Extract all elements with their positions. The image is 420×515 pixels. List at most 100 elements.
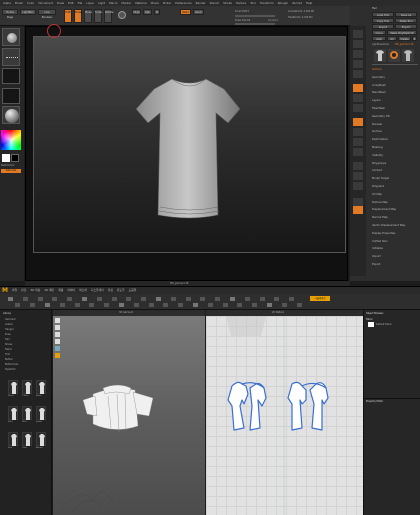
tool-thumb-tshirt-icon[interactable] (374, 49, 386, 62)
dynamic-toggle[interactable]: Dynamic (268, 19, 278, 22)
solo-icon[interactable] (353, 182, 363, 190)
alpha-off-icon[interactable] (2, 68, 20, 84)
md-menu-item[interactable]: 편집 (21, 288, 26, 293)
subpalette-geometry[interactable]: Geometry (372, 76, 385, 79)
m-button[interactable]: M (154, 9, 160, 15)
menu-zplugin[interactable]: Zplugin (278, 1, 289, 5)
save-as-button[interactable]: Save As (395, 12, 417, 17)
visible-button[interactable]: Visible (398, 36, 411, 41)
subpalette-layers[interactable]: Layers (372, 99, 381, 102)
subpalette-array-mesh[interactable]: ArrayMesh (372, 84, 386, 87)
md-tool-icon[interactable] (52, 297, 58, 301)
subpalette-masking[interactable]: Masking (372, 146, 383, 149)
md-tool-icon[interactable] (237, 303, 243, 307)
tool-thumb-simple-brush-icon[interactable] (388, 49, 400, 62)
lightbox-button[interactable]: LightBox (20, 9, 36, 15)
tool-thumb-tshirt-2-icon[interactable] (402, 49, 414, 62)
scale-button[interactable]: Scale (94, 9, 102, 23)
texture-off-icon[interactable] (2, 88, 20, 104)
menu-macro[interactable]: Macro (109, 1, 117, 5)
zoom-icon[interactable] (353, 60, 363, 68)
md-menu-item[interactable]: 윈도우 (117, 288, 125, 293)
draw-button[interactable]: Draw (74, 9, 82, 23)
switch-color-button[interactable]: SwitchColor (1, 164, 15, 167)
library-item[interactable]: Fabric (5, 348, 12, 351)
md-tool-icon[interactable] (82, 297, 87, 301)
default-fabric-label[interactable]: Default Fabric (376, 323, 392, 326)
md-tool-icon[interactable] (30, 303, 36, 307)
subpalette-uv-map[interactable]: UV Map (372, 193, 382, 196)
menu-zscript[interactable]: Zscript (292, 1, 302, 5)
md-tool-icon[interactable] (126, 297, 132, 301)
menu-transform[interactable]: Transform (260, 1, 274, 5)
export-button[interactable]: Export (395, 24, 417, 29)
md-tool-icon[interactable] (244, 297, 250, 301)
md-2d-patterns[interactable] (206, 316, 363, 515)
md-tool-icon[interactable] (200, 297, 206, 301)
menu-draw[interactable]: Draw (57, 1, 64, 5)
fabric-swatch-icon[interactable] (368, 322, 374, 327)
md-tool-icon[interactable] (74, 303, 80, 307)
persp-icon[interactable] (353, 84, 363, 92)
md-tool-icon[interactable] (163, 303, 169, 307)
menu-document[interactable]: Document (38, 1, 53, 5)
paste-tool-button[interactable]: Paste Tool (395, 18, 417, 23)
move-view-icon[interactable] (353, 128, 363, 136)
library-item[interactable]: Shoes (5, 343, 12, 346)
subpalette-nanomesh[interactable]: NanoMesh (372, 91, 386, 94)
focal-shift-slider[interactable] (235, 15, 275, 17)
md-tool-icon[interactable] (156, 297, 161, 301)
secondary-color-swatch[interactable] (11, 154, 19, 162)
all-button[interactable]: All (387, 36, 397, 41)
alternate-button[interactable]: Alternate (1, 169, 21, 173)
md-menu-item[interactable]: 도움말 (129, 288, 137, 293)
focal-shift-label[interactable]: Focal Shift 0 (235, 10, 249, 13)
md-tool-icon[interactable] (193, 303, 198, 307)
menu-color[interactable]: Color (27, 1, 34, 5)
library-item[interactable]: Pose (5, 333, 11, 336)
subpalette-vector-displacement[interactable]: Vector Displacement Map (372, 224, 405, 227)
md-tool-icon[interactable] (267, 303, 272, 307)
lightbox-tools-button[interactable]: Lightbox▸Tools (372, 43, 389, 46)
move-button[interactable]: Move (84, 9, 92, 23)
zoom3d-icon[interactable] (353, 138, 363, 146)
material-matcap-icon[interactable] (2, 106, 20, 124)
menu-help[interactable]: Help (306, 1, 312, 5)
copy-tool-button[interactable]: Copy Tool (372, 18, 394, 23)
library-thumb-vest[interactable] (8, 432, 18, 446)
md-tool-icon[interactable] (45, 303, 50, 307)
md-tool-icon[interactable] (289, 297, 295, 301)
md-tool-icon[interactable] (222, 303, 228, 307)
zbrush-canvas[interactable] (33, 36, 346, 253)
library-item[interactable]: Hanger (5, 328, 14, 331)
menu-edit[interactable]: Edit (68, 1, 73, 5)
local-icon[interactable] (353, 104, 363, 112)
md-menu-item[interactable]: 2D 패턴 (44, 288, 54, 293)
menu-stroke[interactable]: Stroke (223, 1, 232, 5)
menu-stencil[interactable]: Stencil (210, 1, 219, 5)
md-tool-icon[interactable] (37, 297, 43, 301)
library-thumb-jacket[interactable] (36, 406, 46, 420)
material-sphere-icon[interactable] (118, 11, 126, 19)
subpalette-contact[interactable]: Contact (372, 169, 382, 172)
home-page-button[interactable]: Home Page (2, 9, 18, 19)
main-color-swatch[interactable] (2, 154, 10, 162)
md-tool-icon[interactable] (15, 303, 21, 307)
draw-size-slider[interactable] (235, 23, 275, 25)
subpalette-geometry-hd[interactable]: Geometry HD (372, 115, 390, 118)
clone-button[interactable]: Clone (372, 30, 386, 35)
brush-standard-icon[interactable] (2, 28, 20, 46)
color-picker-icon[interactable] (1, 130, 21, 150)
menu-picker[interactable]: Picker (163, 1, 171, 5)
rotate-button[interactable]: Rotate (104, 9, 114, 23)
menu-movie[interactable]: Movie (151, 1, 159, 5)
draw-size-label[interactable]: Draw Size 64 (235, 19, 250, 22)
md-menu-item[interactable]: 설정 (108, 288, 113, 293)
md-tool-icon[interactable] (230, 297, 235, 301)
menu-tool[interactable]: Tool (250, 1, 255, 5)
library-item[interactable]: Topstitch (5, 368, 16, 371)
md-tool-icon[interactable] (133, 303, 139, 307)
md-tool-icon[interactable] (281, 303, 287, 307)
zsub-button[interactable]: Zsub (193, 9, 204, 15)
md-3d-garment-pieces[interactable] (53, 316, 205, 515)
